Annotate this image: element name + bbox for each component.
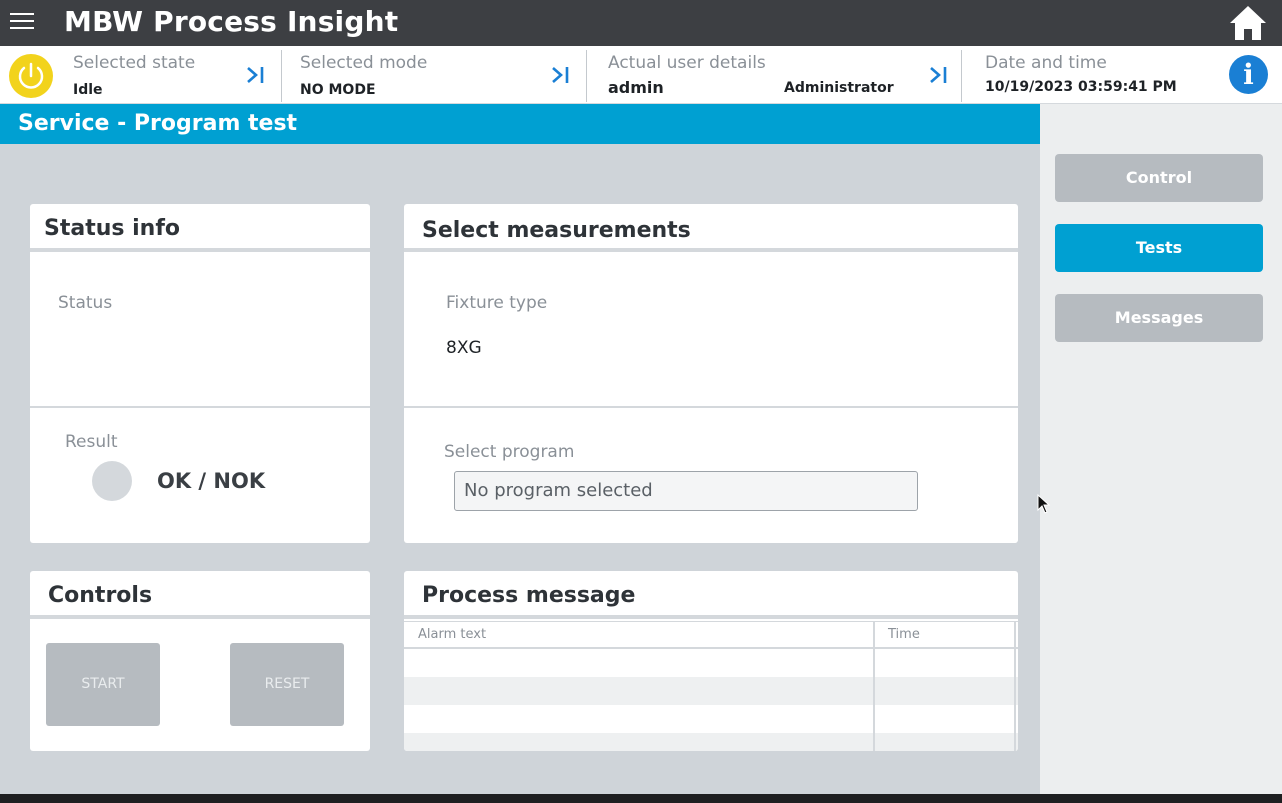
messages-button[interactable]: Messages	[1055, 294, 1263, 342]
right-nav-panel: Control Tests Messages	[1040, 104, 1282, 794]
selected-mode-value: NO MODE	[300, 82, 376, 98]
selected-state-value: Idle	[73, 82, 103, 98]
page-title: Service - Program test	[18, 111, 298, 136]
footer-bar	[0, 794, 1282, 803]
app-title: MBW Process Insight	[64, 5, 399, 38]
user-name: admin	[608, 78, 664, 97]
selected-state-label: Selected state	[73, 53, 196, 73]
control-button[interactable]: Control	[1055, 154, 1263, 202]
result-indicator-lamp	[92, 461, 132, 501]
select-program-label: Select program	[444, 442, 575, 462]
reset-button[interactable]: RESET	[230, 643, 344, 726]
datetime-value: 10/19/2023 03:59:41 PM	[985, 79, 1177, 95]
user-details-label: Actual user details	[608, 53, 766, 73]
strip-divider	[961, 50, 962, 102]
controls-title: Controls	[48, 583, 153, 608]
mode-expand-icon[interactable]	[550, 64, 572, 86]
power-icon	[18, 62, 44, 89]
mouse-cursor-icon	[1037, 493, 1051, 514]
status-info-title: Status info	[44, 216, 181, 241]
power-button[interactable]	[9, 54, 53, 98]
divider	[30, 406, 370, 408]
table-row[interactable]	[404, 649, 1018, 677]
select-measurements-title: Select measurements	[422, 218, 691, 243]
column-header-alarm-text[interactable]: Alarm text	[418, 627, 486, 642]
panel-header: Status info	[30, 204, 370, 252]
datetime-label: Date and time	[985, 53, 1107, 73]
menu-icon[interactable]	[10, 13, 34, 33]
user-expand-icon[interactable]	[928, 64, 950, 86]
table-header: Alarm text Time	[404, 621, 1018, 649]
status-label: Status	[58, 293, 113, 313]
start-button[interactable]: START	[46, 643, 160, 726]
table-row[interactable]	[404, 705, 1018, 733]
process-message-panel: Process message Alarm text Time	[404, 571, 1018, 751]
top-bar: MBW Process Insight	[0, 0, 1282, 46]
strip-divider	[586, 50, 587, 102]
alarm-table[interactable]: Alarm text Time	[404, 621, 1018, 751]
process-message-title: Process message	[422, 583, 636, 608]
strip-divider	[281, 50, 282, 102]
fixture-type-value: 8XG	[446, 338, 482, 358]
info-icon[interactable]: i	[1229, 55, 1268, 94]
home-icon[interactable]	[1228, 4, 1268, 42]
panel-header: Controls	[30, 571, 370, 619]
select-measurements-panel: Select measurements Fixture type 8XG Sel…	[404, 204, 1018, 543]
fixture-type-label: Fixture type	[446, 293, 548, 313]
column-header-time[interactable]: Time	[888, 627, 920, 642]
column-separator[interactable]	[1014, 621, 1016, 751]
status-info-panel: Status info Status Result OK / NOK	[30, 204, 370, 543]
result-label: Result	[65, 432, 118, 452]
column-separator[interactable]	[873, 621, 875, 751]
controls-panel: Controls START RESET	[30, 571, 370, 751]
divider	[404, 406, 1018, 408]
table-row[interactable]	[404, 677, 1018, 705]
program-select-field[interactable]: No program selected	[454, 471, 918, 511]
state-expand-icon[interactable]	[245, 64, 267, 86]
panel-header: Process message	[404, 571, 1018, 619]
table-row[interactable]	[404, 733, 1018, 751]
status-strip: Selected state Idle Selected mode NO MOD…	[0, 46, 1282, 104]
selected-mode-label: Selected mode	[300, 53, 428, 73]
panel-header: Select measurements	[404, 204, 1018, 252]
page-title-bar: Service - Program test	[0, 104, 1040, 144]
tests-button[interactable]: Tests	[1055, 224, 1263, 272]
result-text: OK / NOK	[157, 469, 266, 493]
user-role: Administrator	[784, 80, 894, 96]
